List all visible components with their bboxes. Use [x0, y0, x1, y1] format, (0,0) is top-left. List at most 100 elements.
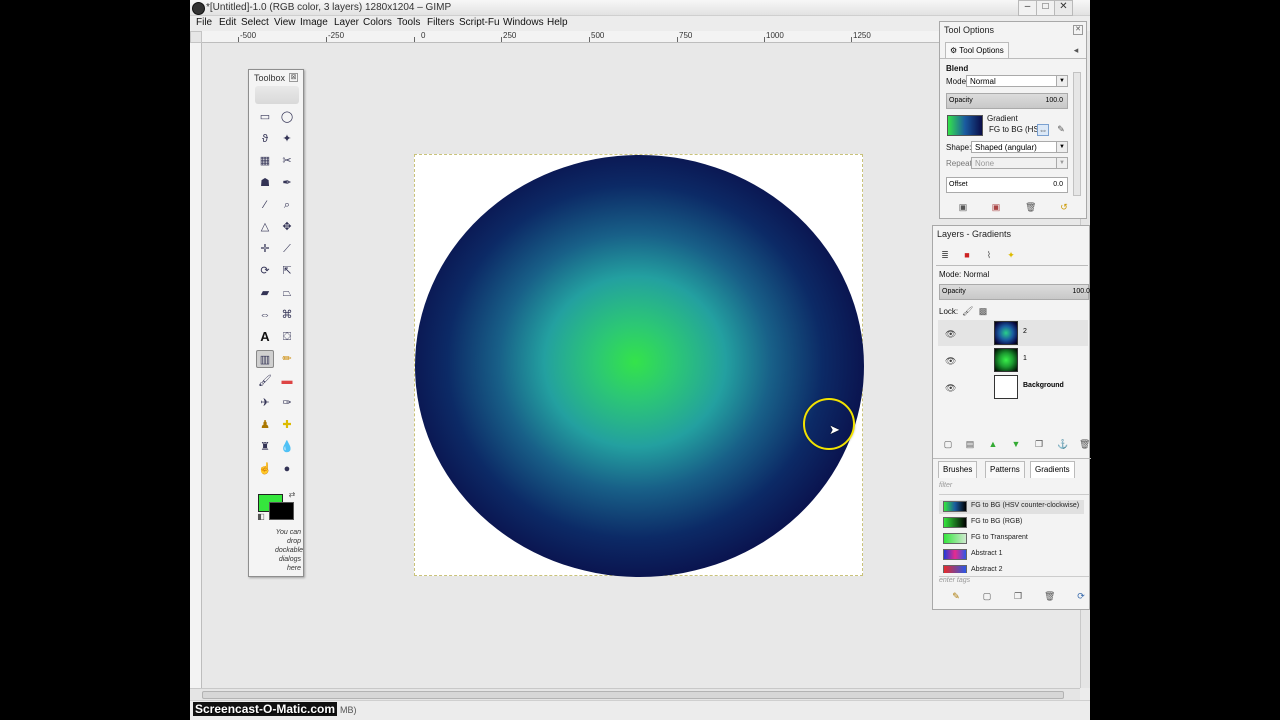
layers-tab-icon[interactable]: ≣ [940, 250, 950, 260]
paths-icon[interactable]: ✒ [278, 174, 296, 192]
reset-options-icon[interactable]: ↺ [1059, 202, 1069, 212]
scale-icon[interactable]: ⇱ [278, 262, 296, 280]
menu-tools[interactable]: Tools [397, 17, 420, 28]
duplicate-gradient-icon[interactable]: ❐ [1013, 591, 1023, 601]
gradient-item[interactable]: FG to Transparent [939, 532, 1084, 546]
menu-windows[interactable]: Windows [503, 17, 544, 28]
raise-layer-icon[interactable]: ▲ [988, 439, 998, 449]
restore-options-icon[interactable]: ▣ [991, 202, 1001, 212]
edit-gradient-icon[interactable]: ✎ [1056, 124, 1066, 134]
scissors-icon[interactable]: ✂ [278, 152, 296, 170]
flip-icon[interactable]: ⇔ [256, 306, 274, 324]
visibility-eye-icon[interactable]: 👁 [945, 383, 956, 394]
save-options-icon[interactable]: ▣ [958, 202, 968, 212]
tab-menu-icon[interactable]: ◂ [1071, 45, 1081, 55]
gradient-item[interactable]: Abstract 1 [939, 548, 1084, 562]
opacity-slider[interactable]: Opacity 100.0 [946, 93, 1068, 109]
blend-tool-icon[interactable]: ▥ [256, 350, 274, 368]
minimize-button[interactable]: – [1018, 0, 1037, 16]
horizontal-scrollbar[interactable] [190, 688, 1080, 700]
align-icon[interactable]: ✛ [256, 240, 274, 258]
menu-view[interactable]: View [274, 17, 296, 28]
refresh-gradients-icon[interactable]: ⟳ [1076, 591, 1086, 601]
menu-image[interactable]: Image [300, 17, 328, 28]
layer-row[interactable]: 👁 Background [938, 374, 1088, 400]
rect-select-icon[interactable]: ▭ [256, 108, 274, 126]
gradient-item[interactable]: FG to BG (RGB) [939, 516, 1084, 530]
ruler-corner[interactable] [190, 31, 202, 43]
airbrush-icon[interactable]: ✈ [256, 394, 274, 412]
lock-alpha-icon[interactable]: ▩ [978, 306, 988, 316]
vertical-ruler[interactable] [190, 43, 202, 688]
cage-transform-icon[interactable]: ⌘ [278, 306, 296, 324]
layer-opacity-slider[interactable]: Opacity 100.0 [939, 284, 1090, 300]
visibility-eye-icon[interactable]: 👁 [945, 329, 956, 340]
gradient-preview[interactable] [947, 115, 983, 136]
measure-icon[interactable]: △ [256, 218, 274, 236]
free-select-icon[interactable]: ϑ [256, 130, 274, 148]
image-canvas[interactable] [414, 154, 864, 577]
shear-icon[interactable]: ▰ [256, 284, 274, 302]
reverse-gradient-icon[interactable]: ⇔ [1037, 124, 1049, 136]
move-icon[interactable]: ✥ [278, 218, 296, 236]
foreground-select-icon[interactable]: ☗ [256, 174, 274, 192]
default-colors-icon[interactable]: ◧ [256, 512, 266, 522]
menu-script-fu[interactable]: Script-Fu [459, 17, 500, 28]
menu-select[interactable]: Select [241, 17, 269, 28]
zoom-icon[interactable]: ⌕ [278, 196, 296, 214]
perspective-clone-icon[interactable]: ♜ [256, 438, 274, 456]
gradient-filter-input[interactable]: filter [939, 482, 1089, 495]
close-button[interactable]: ✕ [1054, 0, 1073, 16]
blur-icon[interactable]: 💧 [278, 438, 296, 456]
delete-layer-icon[interactable]: 🗑 [1079, 439, 1090, 449]
ink-icon[interactable]: ✑ [278, 394, 296, 412]
maximize-button[interactable]: □ [1036, 0, 1055, 16]
dodge-burn-icon[interactable]: ● [278, 460, 296, 478]
menu-layer[interactable]: Layer [334, 17, 359, 28]
bucket-fill-icon[interactable]: ⛋ [278, 328, 296, 346]
offset-slider[interactable]: Offset 0.0 [946, 177, 1068, 193]
paths-tab-icon[interactable]: ⌇ [984, 250, 994, 260]
tab-tool-options[interactable]: ⚙ Tool Options [945, 42, 1009, 59]
crop-icon[interactable]: ⟋ [278, 240, 296, 258]
background-color-swatch[interactable] [269, 502, 294, 520]
swap-colors-icon[interactable]: ⇄ [287, 490, 297, 500]
clone-icon[interactable]: ♟ [256, 416, 274, 434]
rotate-icon[interactable]: ⟳ [256, 262, 274, 280]
visibility-eye-icon[interactable]: 👁 [945, 356, 956, 367]
shape-dropdown[interactable]: Shaped (angular) ▼ [971, 141, 1068, 153]
new-layer-icon[interactable]: ▢ [943, 439, 953, 449]
delete-gradient-icon[interactable]: 🗑 [1044, 591, 1055, 601]
horizontal-scroll-thumb[interactable] [202, 691, 1064, 699]
text-tool-icon[interactable]: A [256, 328, 274, 346]
channels-tab-icon[interactable]: ■ [962, 250, 972, 260]
gradient-item[interactable]: Abstract 2 [939, 564, 1084, 573]
new-gradient-icon[interactable]: ▢ [982, 591, 992, 601]
lock-pixels-icon[interactable]: 🖌 [962, 306, 973, 316]
gradient-tags-input[interactable]: enter tags [939, 576, 1089, 588]
repeat-dropdown[interactable]: None ▼ [971, 157, 1068, 169]
select-by-color-icon[interactable]: ▦ [256, 152, 274, 170]
eraser-icon[interactable]: ▬ [278, 372, 296, 390]
pencil-icon[interactable]: ✏ [278, 350, 296, 368]
layer-name[interactable]: 2 [1023, 328, 1027, 335]
dock-close-icon[interactable]: ✕ [1073, 25, 1083, 35]
tab-patterns[interactable]: Patterns [985, 461, 1025, 478]
gradient-item[interactable]: FG to BG (HSV counter-clockwise) [939, 500, 1084, 514]
duplicate-layer-icon[interactable]: ❐ [1034, 439, 1044, 449]
layer-row[interactable]: 👁 1 [938, 347, 1088, 373]
delete-options-icon[interactable]: 🗑 [1025, 202, 1036, 212]
paintbrush-icon[interactable]: 🖌 [256, 372, 274, 390]
ellipse-select-icon[interactable]: ◯ [278, 108, 296, 126]
lower-layer-icon[interactable]: ▼ [1011, 439, 1021, 449]
menu-file[interactable]: File [196, 17, 212, 28]
title-bar[interactable]: *[Untitled]-1.0 (RGB color, 3 layers) 12… [190, 0, 1090, 16]
menu-edit[interactable]: Edit [219, 17, 236, 28]
smudge-icon[interactable]: ☝ [256, 460, 274, 478]
new-layer-group-icon[interactable]: ▤ [965, 439, 975, 449]
toolbox-close-icon[interactable]: ⊠ [289, 73, 298, 82]
fuzzy-select-icon[interactable]: ✦ [278, 130, 296, 148]
color-picker-icon[interactable]: ⁄ [256, 196, 274, 214]
tab-brushes[interactable]: Brushes [938, 461, 978, 478]
tool-options-scrollbar[interactable] [1073, 72, 1081, 196]
